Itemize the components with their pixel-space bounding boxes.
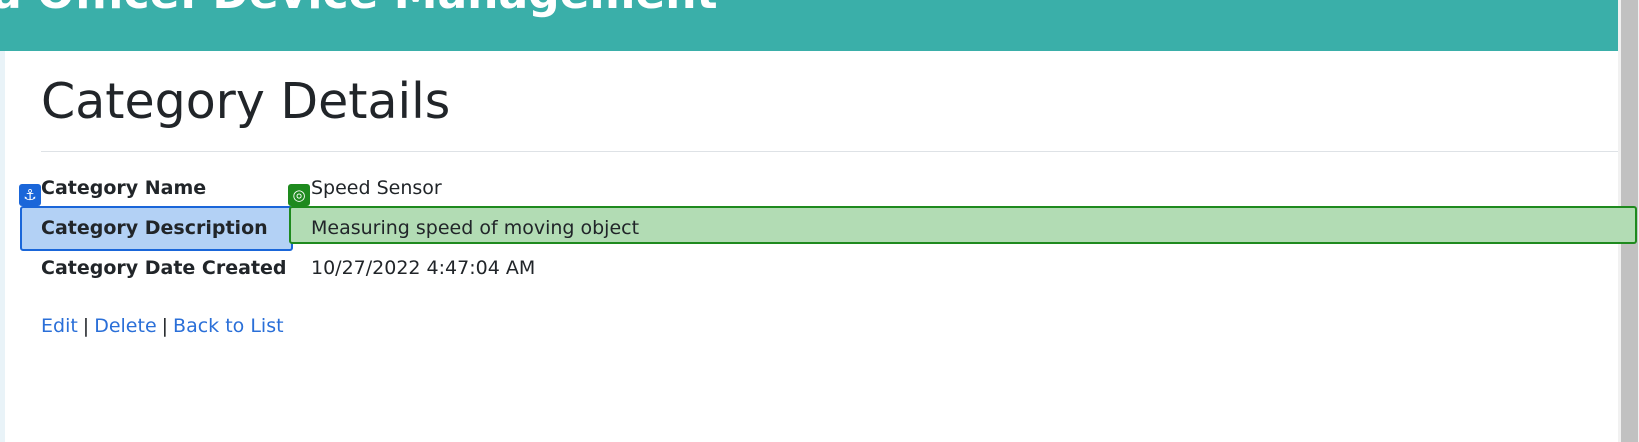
link-separator: | [82,315,90,337]
back-to-list-link[interactable]: Back to List [173,315,284,337]
page-title: Category Details [41,73,451,130]
app-title: a Office: Device Management [0,0,718,19]
detail-value-category-name: Speed Sensor [311,177,442,199]
target-icon: ◎ [288,184,310,206]
detail-label-category-description: Category Description [41,217,268,239]
app-header: a Office: Device Management [0,0,1618,51]
detail-label-category-name: Category Name [41,177,207,199]
left-edge-strip [0,51,5,442]
detail-label-category-date-created: Category Date Created [41,257,287,279]
delete-link[interactable]: Delete [94,315,156,337]
link-separator: | [161,315,169,337]
edit-link[interactable]: Edit [41,315,78,337]
anchor-icon: ⚓ [19,184,41,206]
title-divider [41,151,1618,152]
action-links: Edit | Delete | Back to List [41,315,284,337]
detail-value-category-description: Measuring speed of moving object [311,217,640,239]
detail-value-category-date-created: 10/27/2022 4:47:04 AM [311,257,536,279]
